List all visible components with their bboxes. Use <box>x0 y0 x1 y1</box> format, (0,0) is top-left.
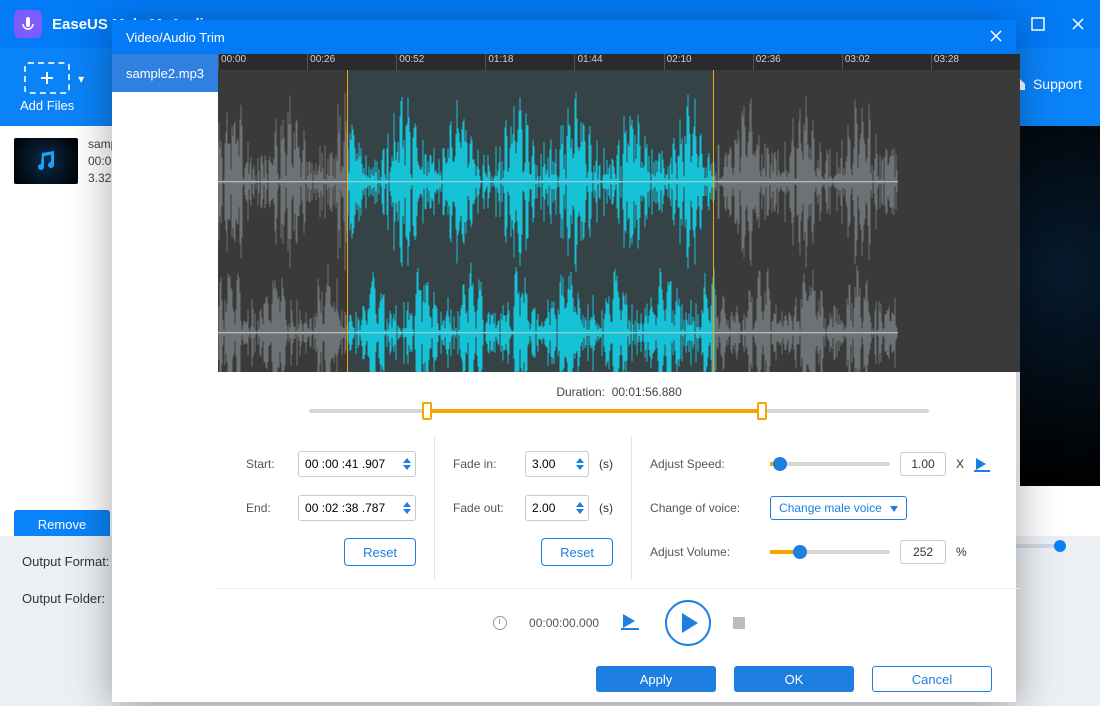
waveform-area[interactable]: 00:0000:2600:5201:1801:4402:1002:3603:02… <box>218 54 1020 372</box>
clock-icon <box>493 616 507 630</box>
fadeout-up-icon[interactable] <box>576 502 584 507</box>
end-input[interactable] <box>298 495 416 521</box>
speed-slider[interactable] <box>770 462 890 466</box>
volume-slider[interactable] <box>770 550 890 554</box>
output-format-label: Output Format: <box>22 554 109 569</box>
end-label: End: <box>246 501 288 515</box>
start-label: Start: <box>246 457 288 471</box>
remove-button[interactable]: Remove <box>14 510 110 538</box>
dialog-title: Video/Audio Trim <box>126 30 225 45</box>
range-slider[interactable] <box>309 409 929 413</box>
dialog-titlebar: Video/Audio Trim <box>112 20 1016 54</box>
fadein-down-icon[interactable] <box>576 465 584 470</box>
window-maximize-icon[interactable] <box>1030 16 1046 32</box>
preview-pane <box>1020 126 1100 486</box>
voice-select[interactable]: Change male voice <box>770 496 907 520</box>
window-close-icon[interactable] <box>1070 16 1086 32</box>
start-down-icon[interactable] <box>403 465 411 470</box>
duration-bar: Duration: 00:01:56.880 <box>218 372 1020 420</box>
add-files-button[interactable]: Add Files <box>20 62 74 113</box>
cancel-button[interactable]: Cancel <box>872 666 992 692</box>
skip-start-icon[interactable] <box>621 612 643 633</box>
app-logo-icon <box>14 10 42 38</box>
speed-value[interactable]: 1.00 <box>900 452 946 476</box>
fade-out-input[interactable] <box>525 495 589 521</box>
start-input[interactable] <box>298 451 416 477</box>
apply-button[interactable]: Apply <box>596 666 716 692</box>
time-ruler: 00:0000:2600:5201:1801:4402:1002:3603:02… <box>218 54 1020 70</box>
selection-range[interactable] <box>347 70 714 372</box>
reset-time-button[interactable]: Reset <box>344 538 416 566</box>
trim-dialog: Video/Audio Trim sample2.mp3 00:0000:260… <box>112 20 1016 702</box>
add-files-icon <box>24 62 70 94</box>
preview-speed-icon[interactable] <box>974 456 992 472</box>
range-handle-end[interactable] <box>757 402 767 420</box>
fade-in-label: Fade in: <box>453 457 515 471</box>
play-icon <box>682 613 698 633</box>
output-folder-label: Output Folder: <box>22 591 105 606</box>
change-voice-label: Change of voice: <box>650 501 760 515</box>
fadeout-down-icon[interactable] <box>576 509 584 514</box>
range-handle-start[interactable] <box>422 402 432 420</box>
end-down-icon[interactable] <box>403 509 411 514</box>
add-files-label: Add Files <box>20 98 74 113</box>
play-button[interactable] <box>665 600 711 646</box>
controls-grid: Start: End: Reset <box>218 420 1020 588</box>
start-up-icon[interactable] <box>403 458 411 463</box>
fadein-up-icon[interactable] <box>576 458 584 463</box>
dialog-footer: Apply OK Cancel <box>112 656 1016 702</box>
sidebar-file-item[interactable]: sample2.mp3 <box>112 54 218 92</box>
adjust-volume-label: Adjust Volume: <box>650 545 760 559</box>
audio-thumbnail-icon <box>14 138 78 184</box>
dialog-file-sidebar: sample2.mp3 <box>112 54 218 656</box>
fade-in-input[interactable] <box>525 451 589 477</box>
duration-value: 00:01:56.880 <box>612 385 682 399</box>
adjust-speed-label: Adjust Speed: <box>650 457 760 471</box>
editor-pane: 00:0000:2600:5201:1801:4402:1002:3603:02… <box>218 54 1020 656</box>
volume-value[interactable]: 252 <box>900 540 946 564</box>
support-link[interactable]: Support <box>1011 76 1082 92</box>
ok-button[interactable]: OK <box>734 666 854 692</box>
playback-time: 00:00:00.000 <box>529 616 599 630</box>
end-up-icon[interactable] <box>403 502 411 507</box>
reset-fade-button[interactable]: Reset <box>541 538 613 566</box>
dialog-close-icon[interactable] <box>990 30 1002 45</box>
stop-icon <box>733 617 745 629</box>
playback-bar: 00:00:00.000 <box>218 588 1020 656</box>
fade-out-label: Fade out: <box>453 501 515 515</box>
stop-button[interactable] <box>733 617 745 629</box>
